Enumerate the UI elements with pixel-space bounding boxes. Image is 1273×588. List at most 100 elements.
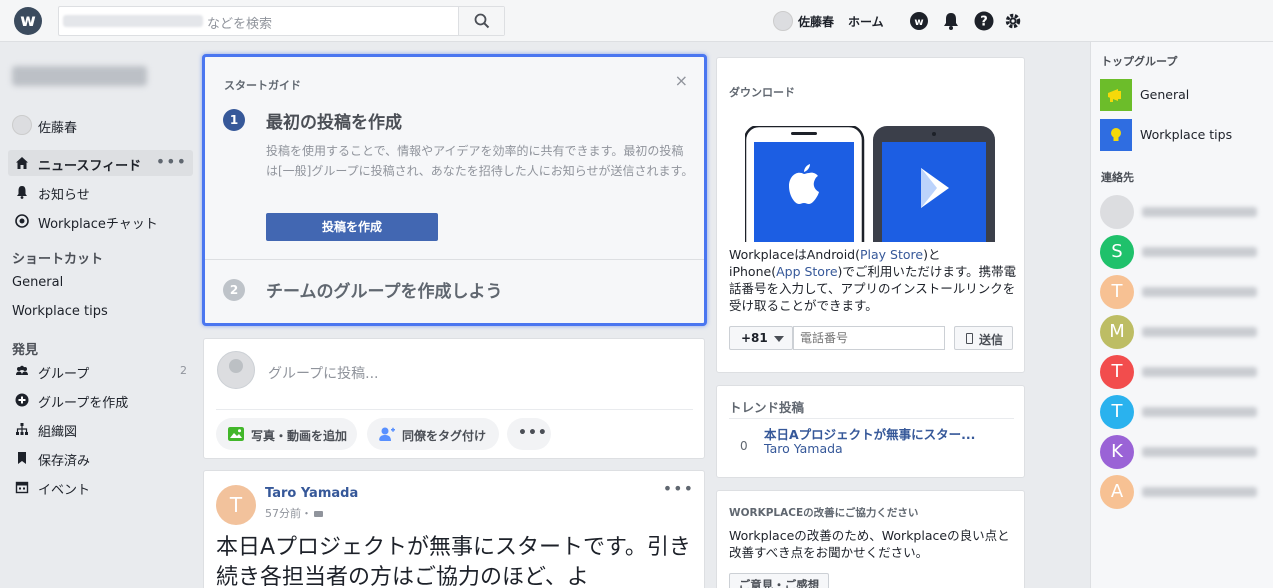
- nav-item-news-feed[interactable]: ニュースフィード •••: [8, 150, 193, 176]
- trending-posts-card: トレンド投稿 0 本日Aプロジェクトが無事にスター... Taro Yamada: [716, 385, 1025, 478]
- top-groups-heading: トップグループ: [1101, 55, 1178, 68]
- post-timestamp[interactable]: 57分前・: [265, 505, 323, 521]
- nav-item-create-group[interactable]: グループを作成: [8, 387, 193, 413]
- bell-icon[interactable]: [941, 11, 961, 31]
- avatar: K: [1100, 435, 1134, 469]
- svg-text:?: ?: [980, 15, 988, 30]
- contact-item[interactable]: T: [1100, 355, 1270, 389]
- download-card: ダウンロード WorkplaceはAndroid(Play Store)と iPh…: [716, 57, 1025, 373]
- contacts-heading: 連絡先: [1101, 171, 1134, 184]
- megaphone-icon: [1100, 79, 1132, 111]
- avatar: T: [1100, 395, 1134, 429]
- shortcut-workplace-tips[interactable]: Workplace tips: [12, 304, 108, 319]
- avatar: S: [1100, 235, 1134, 269]
- chat-icon[interactable]: w: [909, 11, 929, 31]
- start-guide-title: スタートガイド: [224, 79, 301, 92]
- composer-input[interactable]: グループに投稿...: [268, 363, 379, 383]
- post-author-link[interactable]: Taro Yamada: [265, 486, 358, 501]
- contact-item[interactable]: A: [1100, 475, 1270, 509]
- search-button[interactable]: [458, 7, 504, 35]
- country-code-select[interactable]: +81: [729, 326, 793, 350]
- avatar: [12, 115, 32, 135]
- contact-item[interactable]: T: [1100, 395, 1270, 429]
- download-text: WorkplaceはAndroid(: [729, 247, 860, 262]
- help-icon[interactable]: ?: [974, 11, 994, 31]
- chat-icon: [15, 214, 29, 228]
- send-button[interactable]: 送信: [954, 326, 1013, 350]
- timestamp-text: 57分前・: [265, 507, 312, 520]
- group-label: Workplace tips: [1140, 127, 1233, 142]
- step-description: 投稿を使用することで、情報やアイデアを効率的に共有できます。最初の投稿は[一般]…: [266, 144, 694, 178]
- photo-icon: [228, 427, 244, 441]
- right-sidebar: トップグループ General Workplace tips 連絡先 STMTT…: [1090, 42, 1273, 588]
- step-number: 1: [223, 109, 245, 131]
- tag-person-icon: [379, 427, 395, 441]
- send-label: 送信: [979, 333, 1004, 347]
- avatar: [773, 11, 793, 31]
- chevron-down-icon: [774, 336, 784, 342]
- download-text: )と: [923, 247, 941, 262]
- play-store-link[interactable]: Play Store: [860, 247, 923, 262]
- contact-item[interactable]: K: [1100, 435, 1270, 469]
- home-icon: [16, 157, 28, 169]
- company-name-blurred: [12, 66, 147, 86]
- app-store-link[interactable]: App Store: [776, 264, 837, 279]
- home-link[interactable]: ホーム: [848, 13, 884, 30]
- more-options-button[interactable]: •••: [507, 418, 551, 450]
- close-icon[interactable]: ×: [675, 71, 688, 90]
- contact-item[interactable]: M: [1100, 315, 1270, 349]
- avatar: [1100, 195, 1134, 229]
- phone-number-input[interactable]: [793, 326, 945, 350]
- nav-item-saved[interactable]: 保存済み: [8, 445, 193, 471]
- feedback-text: Workplaceの改善のため、Workplaceの良い点と改善すべき点をお聞か…: [729, 528, 1010, 560]
- nav-item-label: ニュースフィード: [38, 159, 142, 174]
- more-options-icon[interactable]: •••: [156, 152, 187, 171]
- bookmark-icon: [18, 452, 26, 464]
- step-title: 最初の投稿を作成: [266, 113, 402, 133]
- trending-post-author[interactable]: Taro Yamada: [764, 441, 843, 456]
- top-group-general[interactable]: General: [1100, 79, 1270, 111]
- post-body: 本日Aプロジェクトが無事にスタートです。引き続き各担当者の方はご協力のほど、よ: [216, 535, 691, 588]
- shortcuts-heading: ショートカット: [12, 252, 104, 267]
- divider: [205, 259, 704, 260]
- nav-item-workplace-chat[interactable]: Workplaceチャット: [8, 208, 193, 234]
- phone-icon: [966, 333, 973, 344]
- contact-item[interactable]: S: [1100, 235, 1270, 269]
- org-chart-icon: [16, 423, 28, 435]
- bell-icon: [17, 186, 27, 199]
- gear-icon[interactable]: [1003, 11, 1023, 31]
- nav-item-groups[interactable]: グループ 2: [8, 358, 193, 384]
- search-input[interactable]: [59, 7, 459, 35]
- more-options-icon[interactable]: •••: [663, 479, 694, 498]
- avatar[interactable]: T: [216, 485, 256, 525]
- lightbulb-icon: [1100, 119, 1132, 151]
- create-post-button[interactable]: 投稿を作成: [266, 213, 438, 241]
- avatar: A: [1100, 475, 1134, 509]
- contact-item[interactable]: T: [1100, 275, 1270, 309]
- workplace-logo-icon[interactable]: w: [14, 7, 42, 35]
- nav-item-org-chart[interactable]: 組織図: [8, 416, 193, 442]
- left-navigation: 佐藤春 ニュースフィード ••• お知らせ Workplaceチャット ショート…: [0, 42, 200, 588]
- avatar: M: [1100, 315, 1134, 349]
- pill-label: 写真・動画を追加: [251, 429, 348, 443]
- contact-name-blurred: [1142, 327, 1257, 337]
- svg-text:w: w: [914, 17, 923, 28]
- trending-title: トレンド投稿: [729, 400, 805, 415]
- feedback-button[interactable]: ご意見・ご感想: [729, 573, 829, 588]
- contact-name-blurred: [1142, 207, 1257, 217]
- nav-item-label: お知らせ: [38, 188, 90, 203]
- search-icon: [474, 13, 490, 29]
- nav-item-events[interactable]: イベント: [8, 474, 193, 500]
- step-title-create-group[interactable]: チームのグループを作成しよう: [266, 277, 502, 302]
- top-group-workplace-tips[interactable]: Workplace tips: [1100, 119, 1270, 151]
- search-box[interactable]: などを検索: [58, 6, 505, 36]
- add-photo-video-button[interactable]: 写真・動画を追加: [216, 418, 357, 450]
- divider: [216, 409, 693, 410]
- shortcut-general[interactable]: General: [12, 275, 63, 290]
- tag-coworkers-button[interactable]: 同僚をタグ付け: [367, 418, 499, 450]
- nav-item-label: 組織図: [38, 425, 78, 440]
- nav-item-notifications[interactable]: お知らせ: [8, 179, 193, 205]
- avatar: T: [1100, 275, 1134, 309]
- nav-item-label: グループ: [38, 367, 90, 382]
- contact-item[interactable]: [1100, 195, 1270, 229]
